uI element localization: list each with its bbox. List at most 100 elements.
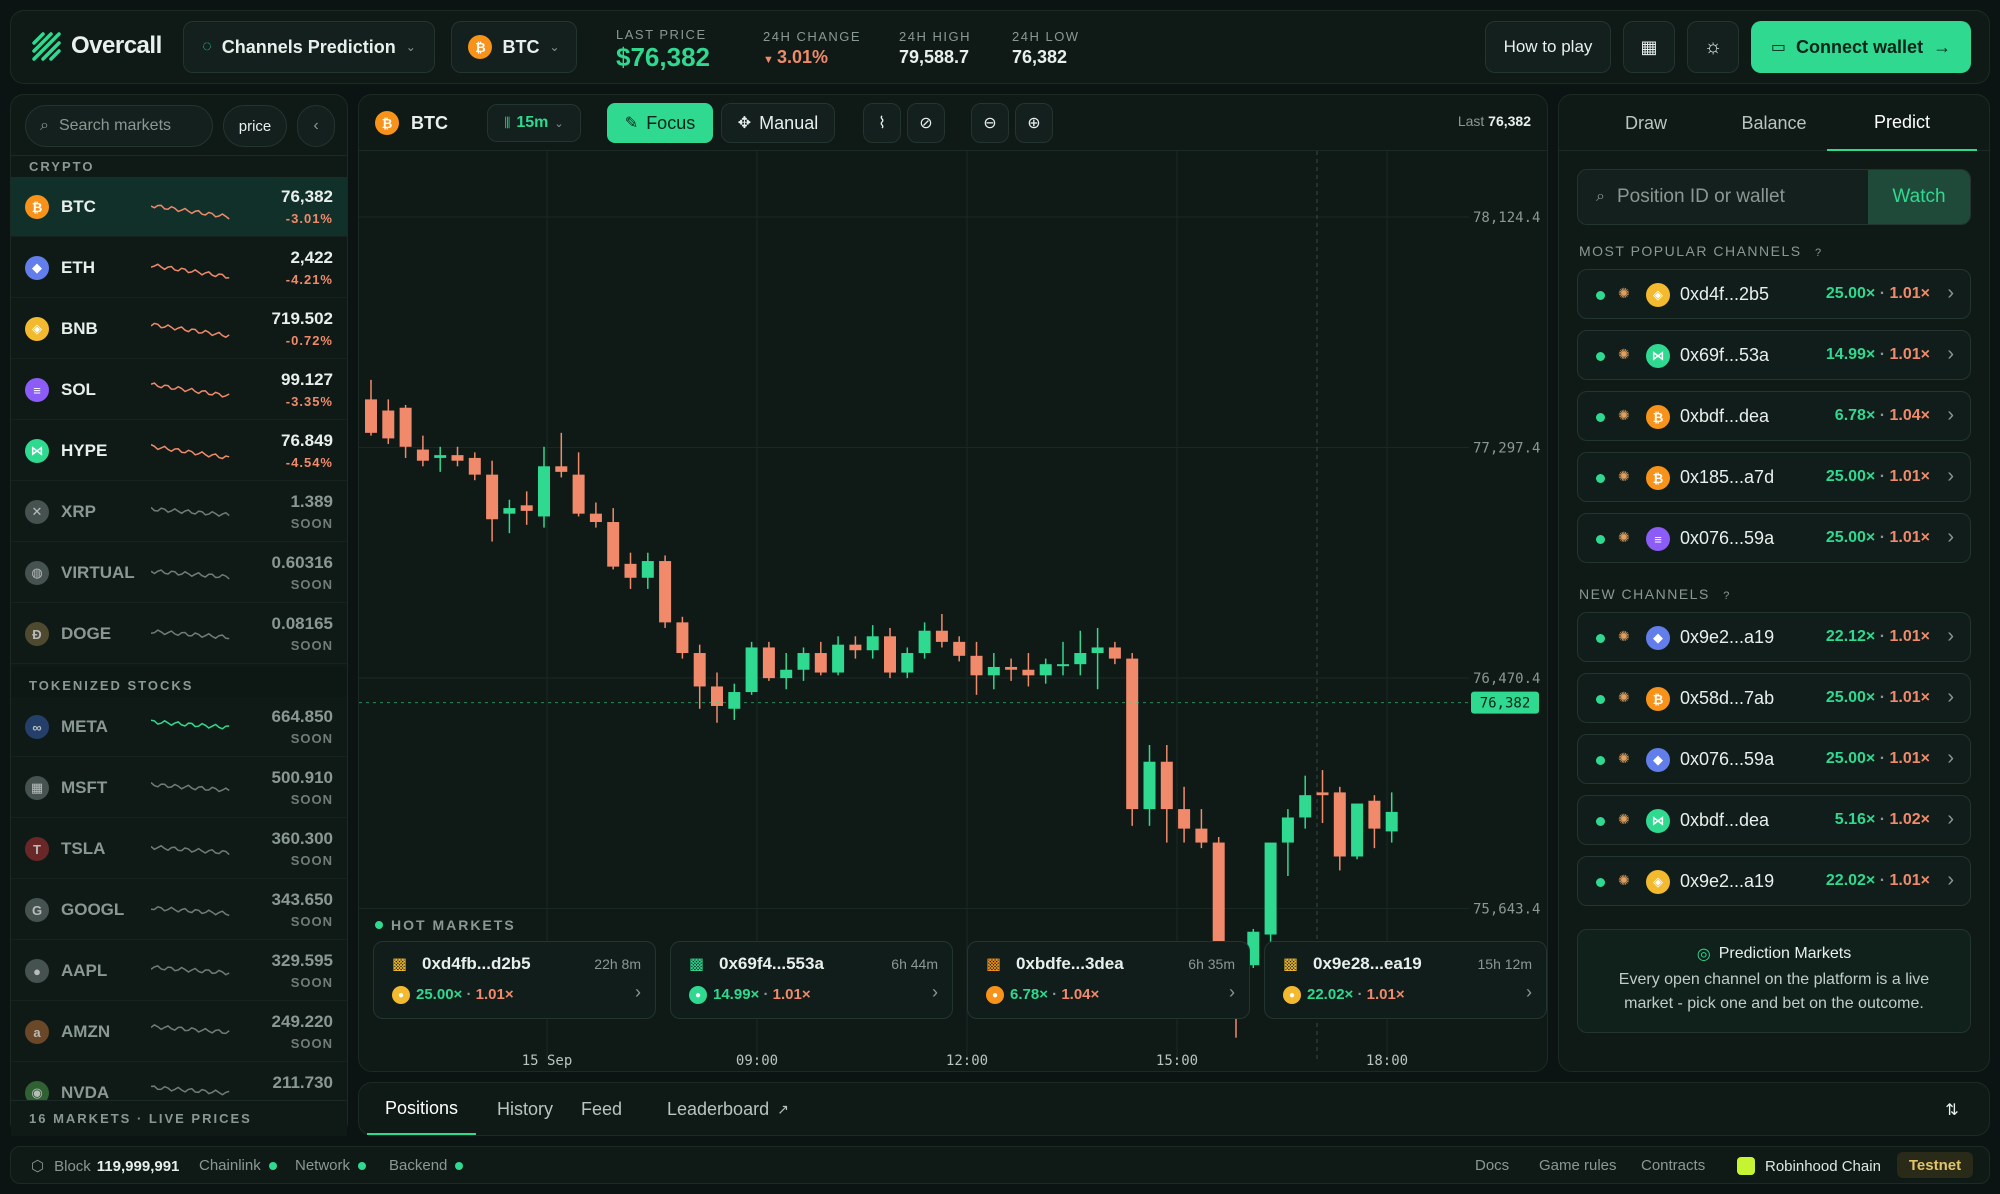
line-tool-button[interactable]: ⌇ <box>863 103 901 143</box>
hot-market-card[interactable]: ▩ 0xbdfe...3dea 6h 35m ● 6.78× · 1.04× › <box>967 941 1250 1019</box>
market-row-tsla[interactable]: T TSLA 360.300 SOON <box>11 819 347 879</box>
chevron-right-icon: › <box>1947 808 1954 830</box>
sort-toggle-button[interactable]: ⇅ <box>1939 1097 1965 1123</box>
candle-body <box>607 522 620 567</box>
candle-body <box>1368 800 1381 829</box>
channel-address: 0x9e2...a19 <box>1680 627 1775 647</box>
market-change: SOON <box>290 792 333 807</box>
x-tick-label: 18:00 <box>1366 1053 1408 1069</box>
tab-feed[interactable]: Feed <box>563 1083 640 1135</box>
interval-selector[interactable]: ⫼ 15m ⌄ <box>487 104 581 142</box>
game-rules-link[interactable]: Game rules <box>1539 1157 1617 1174</box>
new-title: NEW CHANNELS <box>1579 586 1710 602</box>
hot-market-card[interactable]: ▩ 0x9e28...ea19 15h 12m ● 22.02× · 1.01× › <box>1264 941 1547 1019</box>
chain-label: Robinhood Chain <box>1765 1157 1881 1175</box>
tab-label: Positions <box>385 1097 459 1118</box>
tab-positions[interactable]: Positions <box>367 1083 477 1135</box>
stat-value: ▼ 3.01% <box>763 47 861 68</box>
hot-market-card[interactable]: ▩ 0x69f4...553a 6h 44m ● 14.99× · 1.01× › <box>670 941 953 1019</box>
watch-button[interactable]: Watch <box>1868 170 1970 224</box>
stat-24h-low: 24H LOW 76,382 <box>1012 29 1080 68</box>
market-row-meta[interactable]: ∞ META 664.850 SOON <box>11 697 347 757</box>
candle-body <box>555 466 568 472</box>
info-title: Prediction Markets <box>1718 945 1852 962</box>
market-change: SOON <box>290 853 333 868</box>
market-row-msft[interactable]: ▦ MSFT 500.910 SOON <box>11 758 347 818</box>
candle-body <box>365 399 377 433</box>
contracts-link[interactable]: Contracts <box>1641 1157 1705 1174</box>
game-rules-label: Game rules <box>1539 1157 1617 1174</box>
candle-body <box>1316 792 1329 796</box>
chain-indicator[interactable]: Robinhood Chain <box>1737 1157 1881 1175</box>
candlestick-chart[interactable]: 78,124.477,297.476,470.475,643.474,816.4… <box>359 151 1547 1071</box>
tab-leaderboard[interactable]: Leaderboard ↗ <box>649 1083 807 1135</box>
live-dot-icon <box>1596 817 1605 826</box>
hot-market-address: 0x9e28...ea19 <box>1313 954 1422 973</box>
candle-body <box>641 561 654 578</box>
coin-icon: ◈ <box>1646 283 1670 307</box>
candle-body <box>399 407 412 447</box>
help-icon[interactable]: ? <box>1815 247 1823 259</box>
stat-last-price: LAST PRICE $76,382 <box>616 27 710 73</box>
channel-row[interactable]: ✺ ₿ 0x185...a7d 25.00× · 1.01× › <box>1577 452 1971 502</box>
tab-label: History <box>497 1098 554 1119</box>
zoom-out-button[interactable]: ⊖ <box>971 103 1009 143</box>
focus-mode-button[interactable]: ✎ Focus <box>607 103 713 143</box>
avatar-icon: ✺ <box>1618 407 1630 423</box>
chevron-down-icon: ⌄ <box>549 40 560 54</box>
candle-body <box>1091 647 1104 654</box>
channel-row[interactable]: ✺ ◈ 0x9e2...a19 22.02× · 1.01× › <box>1577 856 1971 906</box>
mode-selector[interactable]: ◌ Channels Prediction ⌄ <box>183 21 435 73</box>
market-row-nvda[interactable]: ◉ NVDA 211.730 <box>11 1063 347 1100</box>
coin-icon: ● <box>986 986 1004 1004</box>
hide-drawings-button[interactable]: ⊘ <box>907 103 945 143</box>
channel-row[interactable]: ✺ ◆ 0x9e2...a19 22.12× · 1.01× › <box>1577 612 1971 662</box>
brand-logo[interactable]: Overcall <box>31 31 162 61</box>
hot-market-time: 15h 12m <box>1477 956 1532 972</box>
help-icon[interactable]: ? <box>1723 590 1731 602</box>
channel-row[interactable]: ✺ ₿ 0x58d...7ab 25.00× · 1.01× › <box>1577 673 1971 723</box>
swap-vertical-icon: ⇅ <box>1945 1102 1959 1119</box>
channel-row[interactable]: ✺ ₿ 0xbdf...dea 6.78× · 1.04× › <box>1577 391 1971 441</box>
market-change: SOON <box>290 914 333 929</box>
hot-market-time: 6h 44m <box>891 956 938 972</box>
stat-value: $76,382 <box>616 42 710 72</box>
theme-toggle-button[interactable]: ☼ <box>1687 21 1739 73</box>
candle-body <box>1351 803 1364 857</box>
hot-market-card[interactable]: ▩ 0xd4fb...d2b5 22h 8m ● 25.00× · 1.01× › <box>373 941 656 1019</box>
channel-address: 0x9e2...a19 <box>1680 871 1775 891</box>
zoom-out-icon: ⊖ <box>983 115 997 132</box>
grid-view-button[interactable]: ▦ <box>1623 21 1675 73</box>
zoom-in-button[interactable]: ⊕ <box>1015 103 1053 143</box>
asset-selector[interactable]: ₿ BTC ⌄ <box>451 21 577 73</box>
channel-multipliers: 25.00× · 1.01× <box>1825 529 1930 546</box>
how-to-play-button[interactable]: How to play <box>1485 21 1611 73</box>
chevron-right-icon: › <box>1229 982 1235 1002</box>
market-symbol: MSFT <box>61 777 108 797</box>
hot-market-time: 22h 8m <box>594 956 641 972</box>
candle-body <box>538 466 550 517</box>
channel-row[interactable]: ✺ ◆ 0x076...59a 25.00× · 1.01× › <box>1577 734 1971 784</box>
market-row-googl[interactable]: G GOOGL 343.650 SOON <box>11 880 347 940</box>
market-row-amzn[interactable]: a AMZN 249.220 SOON <box>11 1002 347 1062</box>
tab-predict[interactable]: Predict <box>1827 95 1977 151</box>
channel-address: 0xbdf...dea <box>1680 406 1770 426</box>
docs-link[interactable]: Docs <box>1475 1157 1509 1174</box>
market-price: 211.730 <box>272 1073 333 1092</box>
live-dot-icon <box>1596 878 1605 887</box>
coin-icon: ₿ <box>1646 405 1670 429</box>
avatar-icon: ▩ <box>986 956 1002 973</box>
channel-row[interactable]: ✺ ⋈ 0x69f...53a 14.99× · 1.01× › <box>1577 330 1971 380</box>
market-symbol: AAPL <box>61 960 108 980</box>
tab-history[interactable]: History <box>479 1083 571 1135</box>
channel-row[interactable]: ✺ ≡ 0x076...59a 25.00× · 1.01× › <box>1577 513 1971 563</box>
avatar-icon: ✺ <box>1618 285 1630 301</box>
position-search-input[interactable]: ⌕ Position ID or wallet Watch <box>1577 169 1971 225</box>
live-dot-icon <box>1596 756 1605 765</box>
channel-row[interactable]: ✺ ◈ 0xd4f...2b5 25.00× · 1.01× › <box>1577 269 1971 319</box>
connect-wallet-button[interactable]: ▭ Connect wallet → <box>1751 21 1971 73</box>
network-status: Network <box>295 1157 367 1174</box>
channel-row[interactable]: ✺ ⋈ 0xbdf...dea 5.16× · 1.02× › <box>1577 795 1971 845</box>
market-row-aapl[interactable]: ● AAPL 329.595 SOON <box>11 941 347 1001</box>
manual-mode-button[interactable]: ✥ Manual <box>721 103 835 143</box>
